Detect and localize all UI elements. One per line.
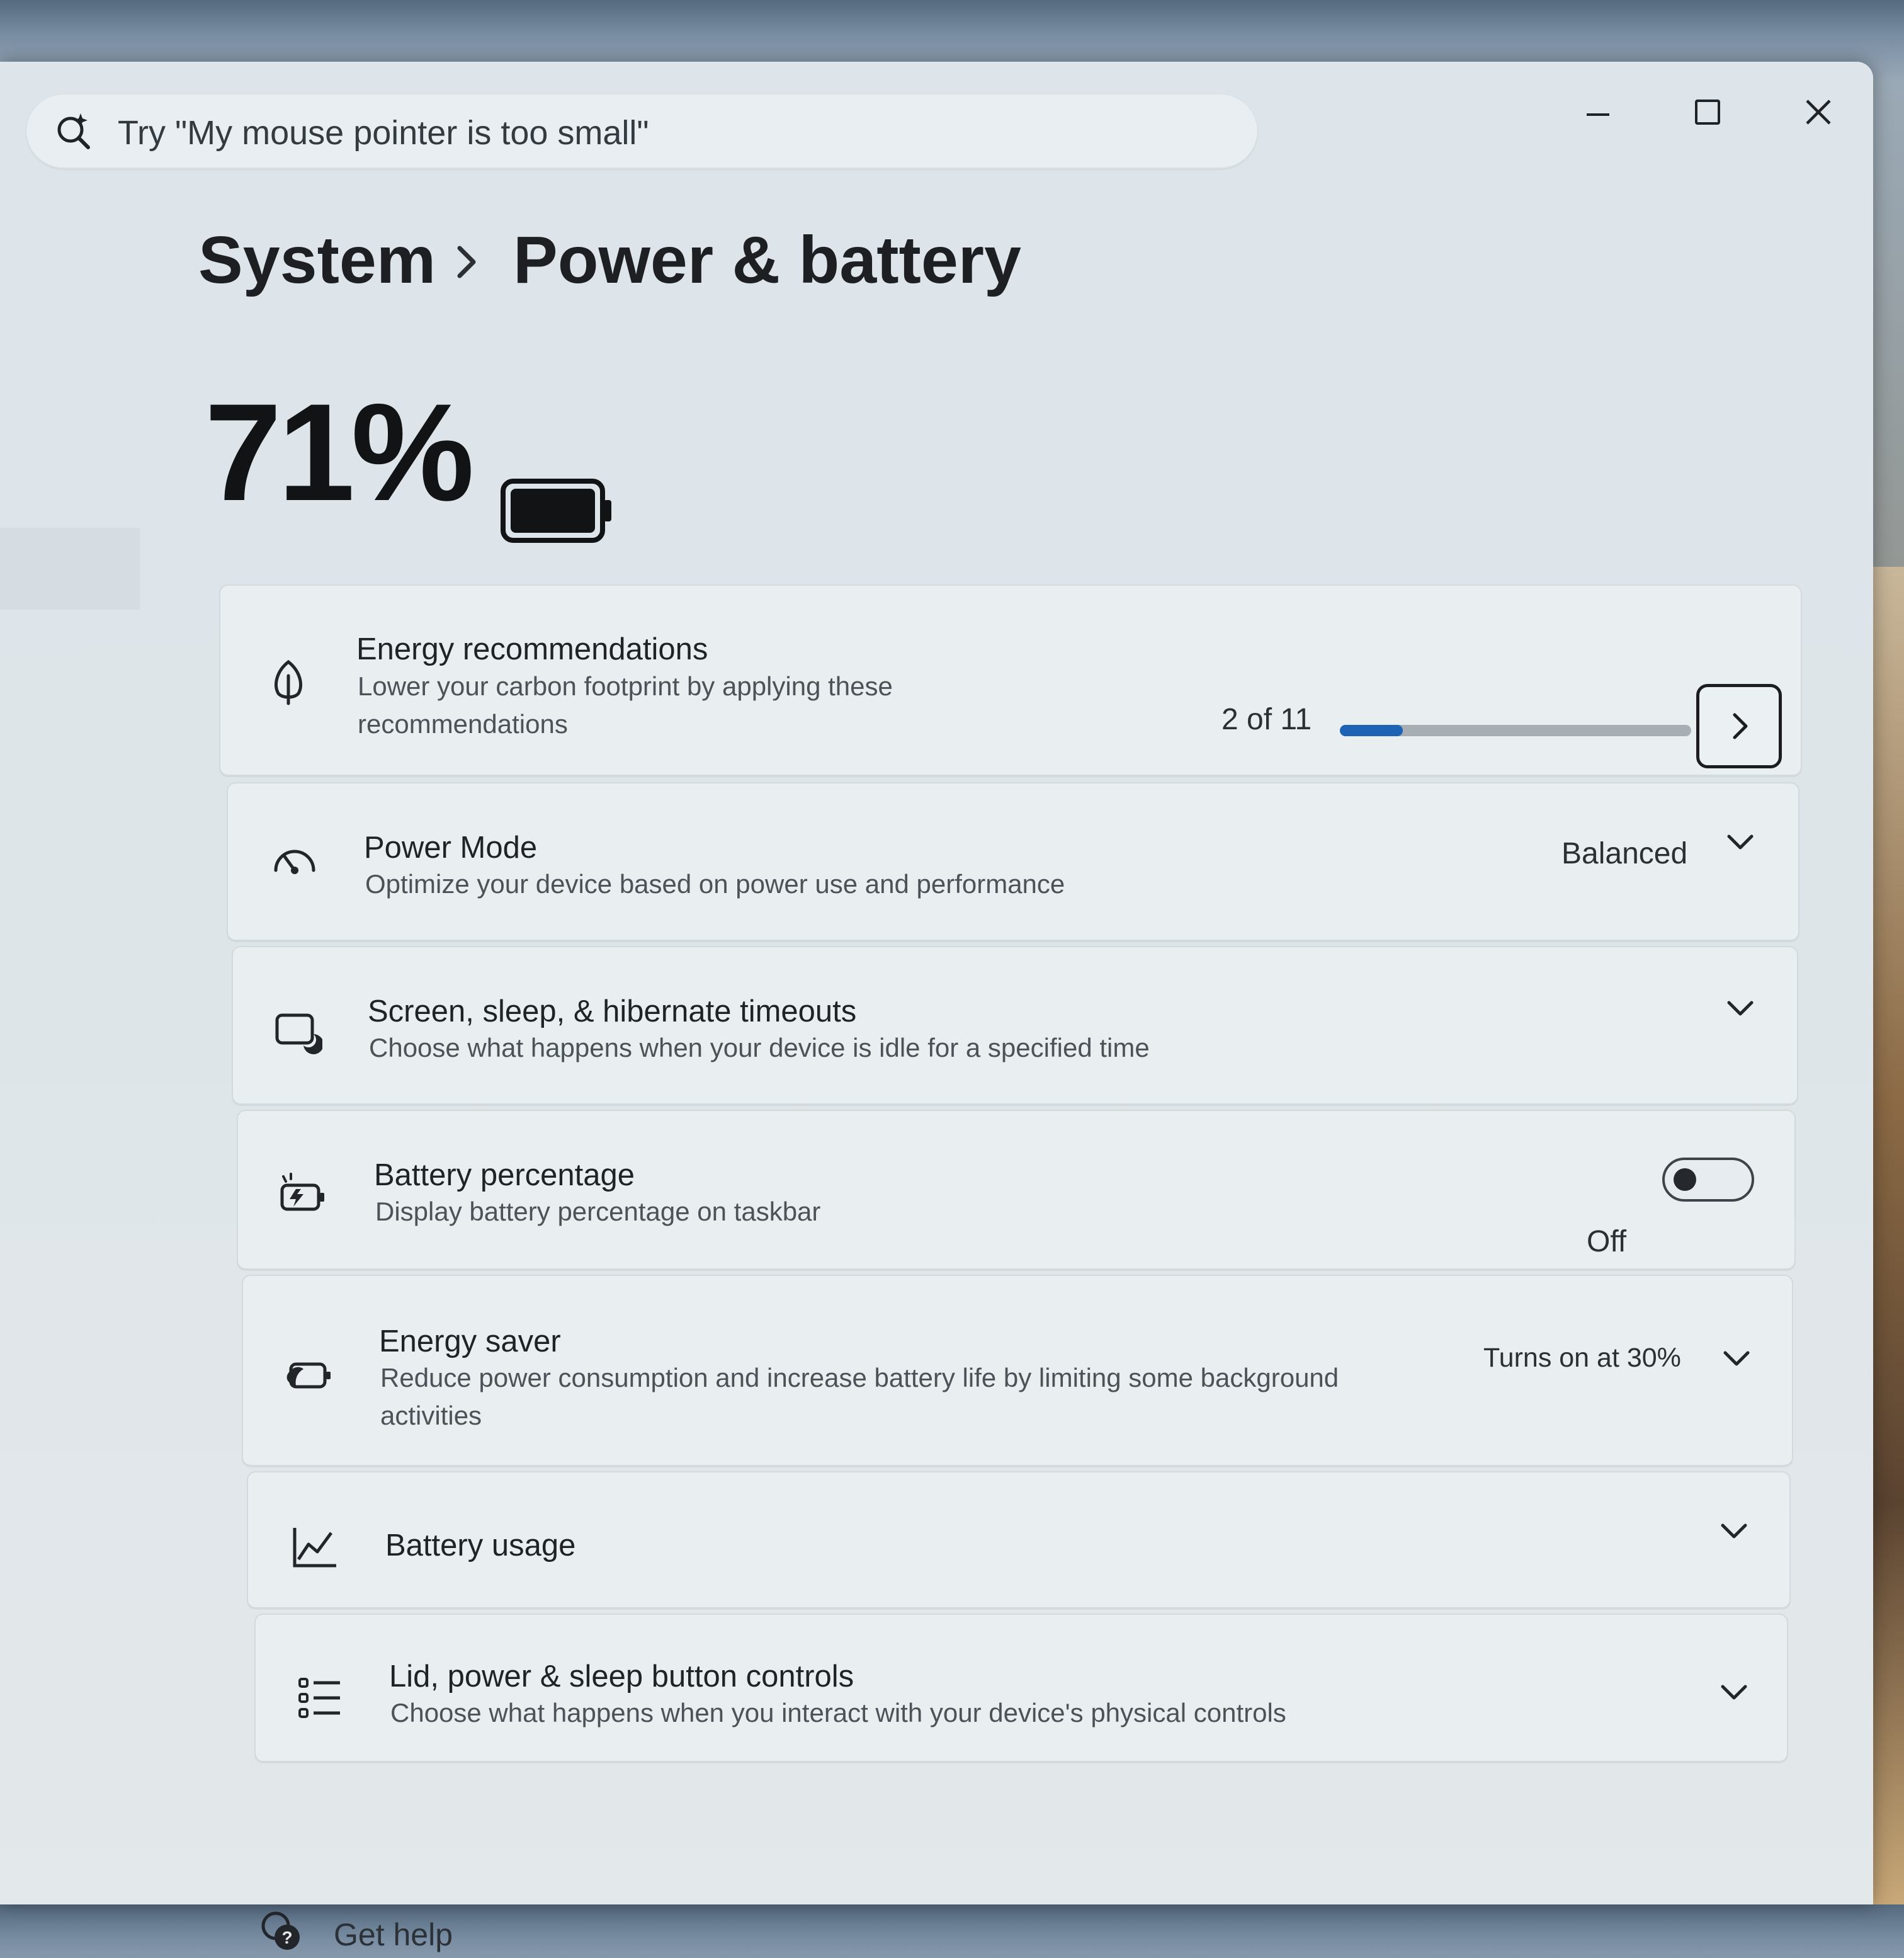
search-input[interactable]: Try "My mouse pointer is too small" (118, 113, 649, 152)
get-help-link[interactable]: Get help (334, 1916, 453, 1953)
energy-saver-title: Energy saver (379, 1324, 561, 1358)
close-icon (1793, 100, 1844, 140)
battery-usage-title: Battery usage (385, 1528, 576, 1562)
energy-saver-threshold: Turns on at 30% (1483, 1343, 1681, 1373)
battery-percent: 71% (205, 375, 474, 530)
energy-recommendations-open-button[interactable] (1696, 684, 1782, 768)
energy-recommendations-title: Energy recommendations (356, 632, 708, 666)
power-mode-description: Optimize your device based on power use … (365, 869, 1065, 899)
energy-recommendations-progress (1340, 725, 1691, 736)
chevron-down-icon[interactable] (1723, 990, 1758, 1025)
settings-search-box[interactable]: Try "My mouse pointer is too small" (26, 94, 1257, 169)
power-mode-title: Power Mode (364, 831, 538, 865)
leaf-icon (263, 657, 314, 707)
list-controls-icon (295, 1673, 345, 1723)
navigation-pane-item[interactable] (0, 528, 140, 610)
screen-sleep-description: Choose what happens when your device is … (369, 1033, 1150, 1062)
breadcrumb-system-link[interactable]: System (198, 227, 436, 293)
screen-moon-icon (272, 1006, 324, 1057)
battery-icon (501, 477, 614, 544)
line-chart-icon (290, 1522, 340, 1572)
search-sparkle-icon (52, 110, 96, 154)
energy-recommendations-count: 2 of 11 (1221, 703, 1312, 736)
battery-percentage-description: Display battery percentage on taskbar (375, 1197, 821, 1226)
battery-percentage-state: Off (1587, 1225, 1627, 1258)
screen-sleep-title: Screen, sleep, & hibernate timeouts (368, 994, 857, 1028)
power-mode-dropdown[interactable]: Balanced (1561, 836, 1687, 871)
maximize-icon (1682, 100, 1733, 140)
chevron-right-icon (448, 237, 486, 287)
page-title: Power & battery (513, 223, 1022, 297)
battery-percentage-toggle[interactable] (1662, 1158, 1754, 1202)
toggle-knob (1674, 1168, 1696, 1191)
maximize-button[interactable] (1682, 87, 1733, 137)
chevron-down-icon[interactable] (1716, 1674, 1752, 1709)
battery-charge-icon (277, 1170, 327, 1221)
progress-fill (1340, 725, 1403, 736)
energy-recommendations-description: Lower your carbon footprint by applying … (358, 671, 893, 739)
energy-saver-icon (282, 1350, 332, 1401)
battery-percentage-title: Battery percentage (374, 1158, 635, 1192)
energy-saver-description: Reduce power consumption and increase ba… (380, 1363, 1339, 1430)
minimize-button[interactable] (1573, 87, 1623, 137)
settings-window: Try "My mouse pointer is too small" Syst… (0, 62, 1873, 1952)
help-chat-icon: ? (257, 1907, 305, 1955)
svg-text:?: ? (281, 1928, 292, 1947)
lid-power-sleep-description: Choose what happens when you interact wi… (390, 1698, 1286, 1727)
speedometer-icon (269, 838, 320, 888)
chevron-down-icon[interactable] (1719, 1340, 1754, 1375)
lid-power-sleep-title: Lid, power & sleep button controls (389, 1659, 854, 1693)
minimize-icon (1573, 113, 1623, 140)
chevron-down-icon[interactable] (1723, 824, 1758, 859)
chevron-down-icon[interactable] (1716, 1513, 1752, 1548)
close-button[interactable] (1793, 87, 1844, 137)
